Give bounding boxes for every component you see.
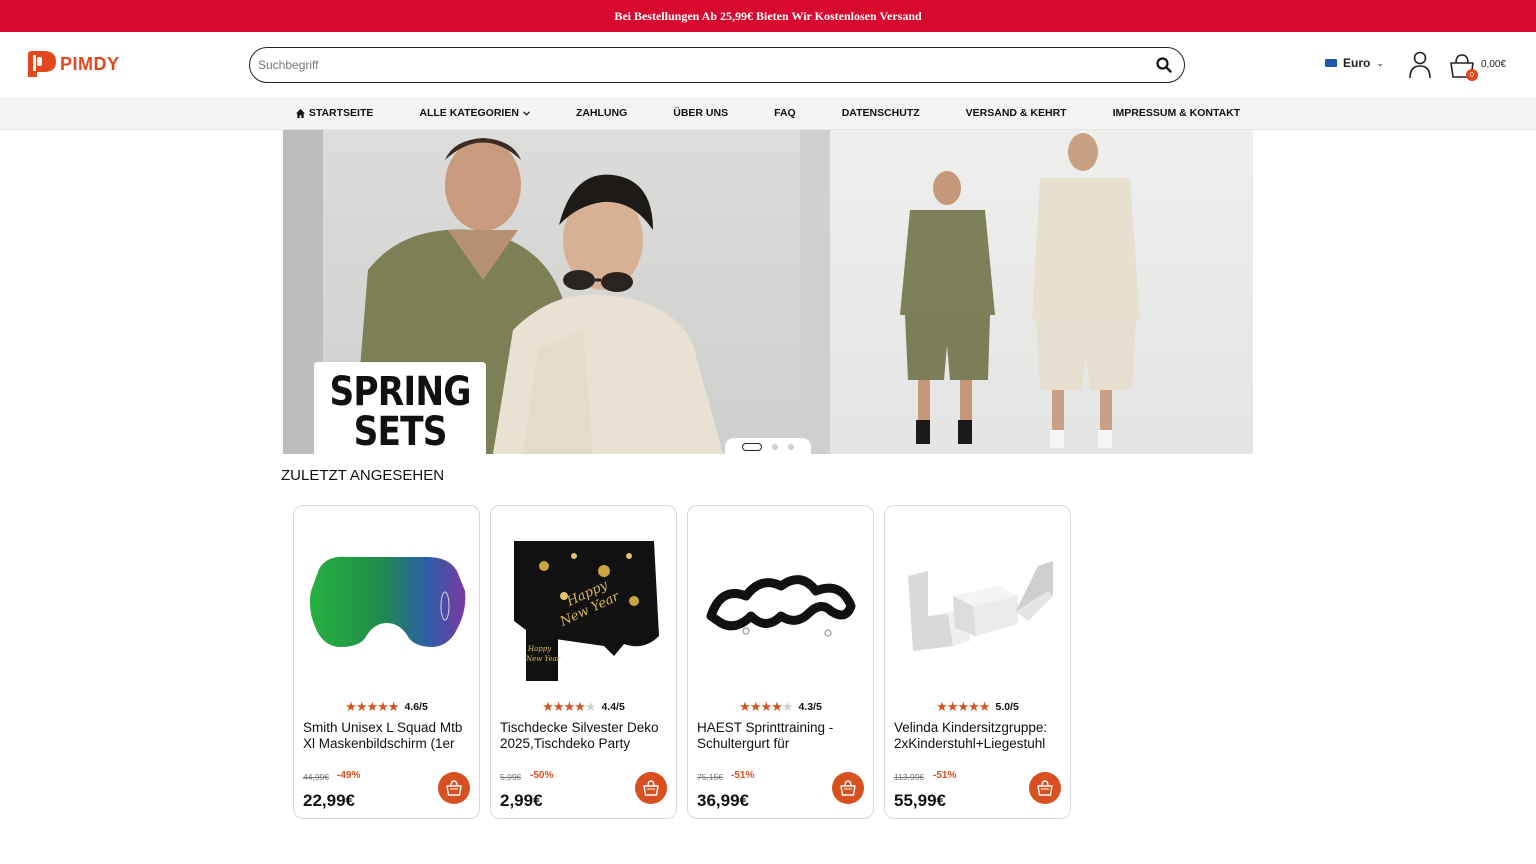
product-rating: ★★★★★ 5.0/5 bbox=[885, 699, 1070, 715]
product-card[interactable]: ★★★★★ 4.3/5 HAEST Sprinttraining - Schul… bbox=[687, 505, 874, 819]
promo-text: Bei Bestellungen Ab 25,99€ Bieten Wir Ko… bbox=[614, 8, 922, 23]
eu-flag-icon bbox=[1325, 59, 1337, 67]
currency-selector[interactable]: Euro ⌄ bbox=[1325, 56, 1384, 70]
product-image bbox=[696, 516, 866, 696]
shopping-basket-icon bbox=[446, 780, 462, 796]
nav-item-datenschutz[interactable]: DATENSCHUTZ bbox=[842, 107, 920, 119]
promo-bar: Bei Bestellungen Ab 25,99€ Bieten Wir Ko… bbox=[0, 0, 1536, 32]
hero-slider[interactable]: SPRING SETS bbox=[283, 130, 1253, 454]
product-image bbox=[302, 516, 472, 696]
search-input[interactable] bbox=[258, 58, 1154, 72]
product-card[interactable]: Happy New Year Happy New Year ★★★★★ 4.4/… bbox=[490, 505, 677, 819]
logo[interactable]: PIMDY bbox=[24, 50, 120, 78]
slider-dot-2[interactable] bbox=[772, 444, 778, 450]
slider-dot-3[interactable] bbox=[788, 444, 794, 450]
star-rating-icon: ★★★★★ bbox=[739, 699, 793, 714]
nav-label: ZAHLUNG bbox=[575, 107, 628, 119]
shopping-basket-icon bbox=[643, 780, 659, 796]
star-rating-icon: ★★★★★ bbox=[345, 699, 399, 714]
product-rating: ★★★★★ 4.6/5 bbox=[294, 699, 479, 715]
rating-value: 4.4/5 bbox=[601, 701, 625, 713]
slider-dot-1[interactable] bbox=[742, 443, 762, 451]
discount-badge: -51% bbox=[731, 770, 755, 781]
discount-badge: -50% bbox=[530, 770, 554, 781]
add-to-cart-button[interactable] bbox=[438, 772, 470, 804]
nav-label: VERSAND & KEHRT bbox=[965, 107, 1067, 119]
star-rating-icon: ★★★★★ bbox=[936, 699, 990, 714]
product-list: ★★★★★ 4.6/5 Smith Unisex L Squad Mtb Xl … bbox=[293, 505, 1071, 819]
main-nav: STARTSEITE ALLE KATEGORIEN ZAHLUNG ÜBER … bbox=[0, 97, 1536, 130]
nav-item-faq[interactable]: FAQ bbox=[774, 107, 796, 119]
search-bar bbox=[249, 47, 1185, 83]
search-icon bbox=[1156, 57, 1172, 73]
rating-value: 4.6/5 bbox=[404, 701, 428, 713]
add-to-cart-button[interactable] bbox=[635, 772, 667, 804]
product-rating: ★★★★★ 4.4/5 bbox=[491, 699, 676, 715]
nav-item-zahlung[interactable]: ZAHLUNG bbox=[576, 107, 627, 119]
product-price: 55,99€ bbox=[894, 791, 946, 810]
logo-text: PIMDY bbox=[60, 53, 120, 74]
currency-label: Euro bbox=[1343, 56, 1371, 70]
nav-label: FAQ bbox=[774, 107, 796, 119]
shopping-basket-icon bbox=[1037, 780, 1053, 796]
svg-text:Happy: Happy bbox=[527, 645, 552, 653]
add-to-cart-button[interactable] bbox=[1029, 772, 1061, 804]
svg-text:New Year: New Year bbox=[525, 655, 561, 663]
account-button[interactable] bbox=[1406, 50, 1434, 80]
nav-label: IMPRESSUM & KONTAKT bbox=[1112, 107, 1241, 119]
nav-label: ALLE KATEGORIEN bbox=[419, 107, 519, 119]
search-button[interactable] bbox=[1154, 55, 1174, 75]
old-price: 5,99€ bbox=[500, 772, 522, 782]
chevron-down-icon bbox=[523, 110, 530, 116]
old-price: 113,99€ bbox=[894, 772, 925, 782]
nav-label: DATENSCHUTZ bbox=[841, 107, 920, 119]
nav-label: STARTSEITE bbox=[308, 107, 374, 119]
add-to-cart-button[interactable] bbox=[832, 772, 864, 804]
nav-item-versand-kehrt[interactable]: VERSAND & KEHRT bbox=[966, 107, 1067, 119]
nav-item-ueber-uns[interactable]: ÜBER UNS bbox=[673, 107, 728, 119]
product-price: 36,99€ bbox=[697, 791, 749, 810]
logo-icon bbox=[24, 50, 58, 78]
product-card[interactable]: ★★★★★ 5.0/5 Velinda Kindersitzgruppe: 2x… bbox=[884, 505, 1071, 819]
nav-item-alle-kategorien[interactable]: ALLE KATEGORIEN bbox=[419, 107, 530, 119]
product-price: 22,99€ bbox=[303, 791, 355, 810]
site-header: PIMDY Euro ⌄ 0 0,00€ bbox=[0, 32, 1536, 97]
cart-total: 0,00€ bbox=[1481, 59, 1507, 70]
nav-label: ÜBER UNS bbox=[673, 107, 729, 119]
nav-item-startseite[interactable]: STARTSEITE bbox=[295, 107, 374, 119]
recently-viewed-title: ZULETZT ANGESEHEN bbox=[281, 467, 445, 484]
product-title[interactable]: Tischdecke Silvester Deko 2025,Tischdeko… bbox=[500, 720, 670, 752]
old-price: 75,15€ bbox=[697, 772, 723, 782]
home-icon bbox=[295, 108, 305, 118]
product-title[interactable]: HAEST Sprinttraining - Schultergurt für bbox=[697, 720, 867, 752]
slider-dots bbox=[725, 438, 811, 454]
hero-caption: SPRING SETS bbox=[314, 362, 486, 454]
hero-caption-line2: SETS bbox=[353, 409, 447, 454]
product-image: Happy New Year Happy New Year bbox=[499, 516, 669, 696]
user-icon bbox=[1409, 51, 1431, 79]
product-title[interactable]: Smith Unisex L Squad Mtb Xl Maskenbildsc… bbox=[303, 720, 473, 752]
old-price: 44,99€ bbox=[303, 772, 329, 782]
rating-value: 5.0/5 bbox=[995, 701, 1019, 713]
shopping-basket-icon bbox=[840, 780, 856, 796]
product-title[interactable]: Velinda Kindersitzgruppe: 2xKinderstuhl+… bbox=[894, 720, 1064, 752]
product-card[interactable]: ★★★★★ 4.6/5 Smith Unisex L Squad Mtb Xl … bbox=[293, 505, 480, 819]
rating-value: 4.3/5 bbox=[798, 701, 822, 713]
hero-image-right bbox=[800, 130, 1253, 454]
product-rating: ★★★★★ 4.3/5 bbox=[688, 699, 873, 715]
product-price: 2,99€ bbox=[500, 791, 543, 810]
chevron-down-icon: ⌄ bbox=[1376, 57, 1384, 68]
star-rating-icon: ★★★★★ bbox=[542, 699, 596, 714]
product-image bbox=[893, 516, 1063, 696]
discount-badge: -49% bbox=[337, 770, 361, 781]
discount-badge: -51% bbox=[933, 770, 957, 781]
cart-count-badge: 0 bbox=[1466, 69, 1478, 81]
hero-caption-line1: SPRING bbox=[329, 369, 471, 415]
nav-item-impressum-kontakt[interactable]: IMPRESSUM & KONTAKT bbox=[1113, 107, 1241, 119]
